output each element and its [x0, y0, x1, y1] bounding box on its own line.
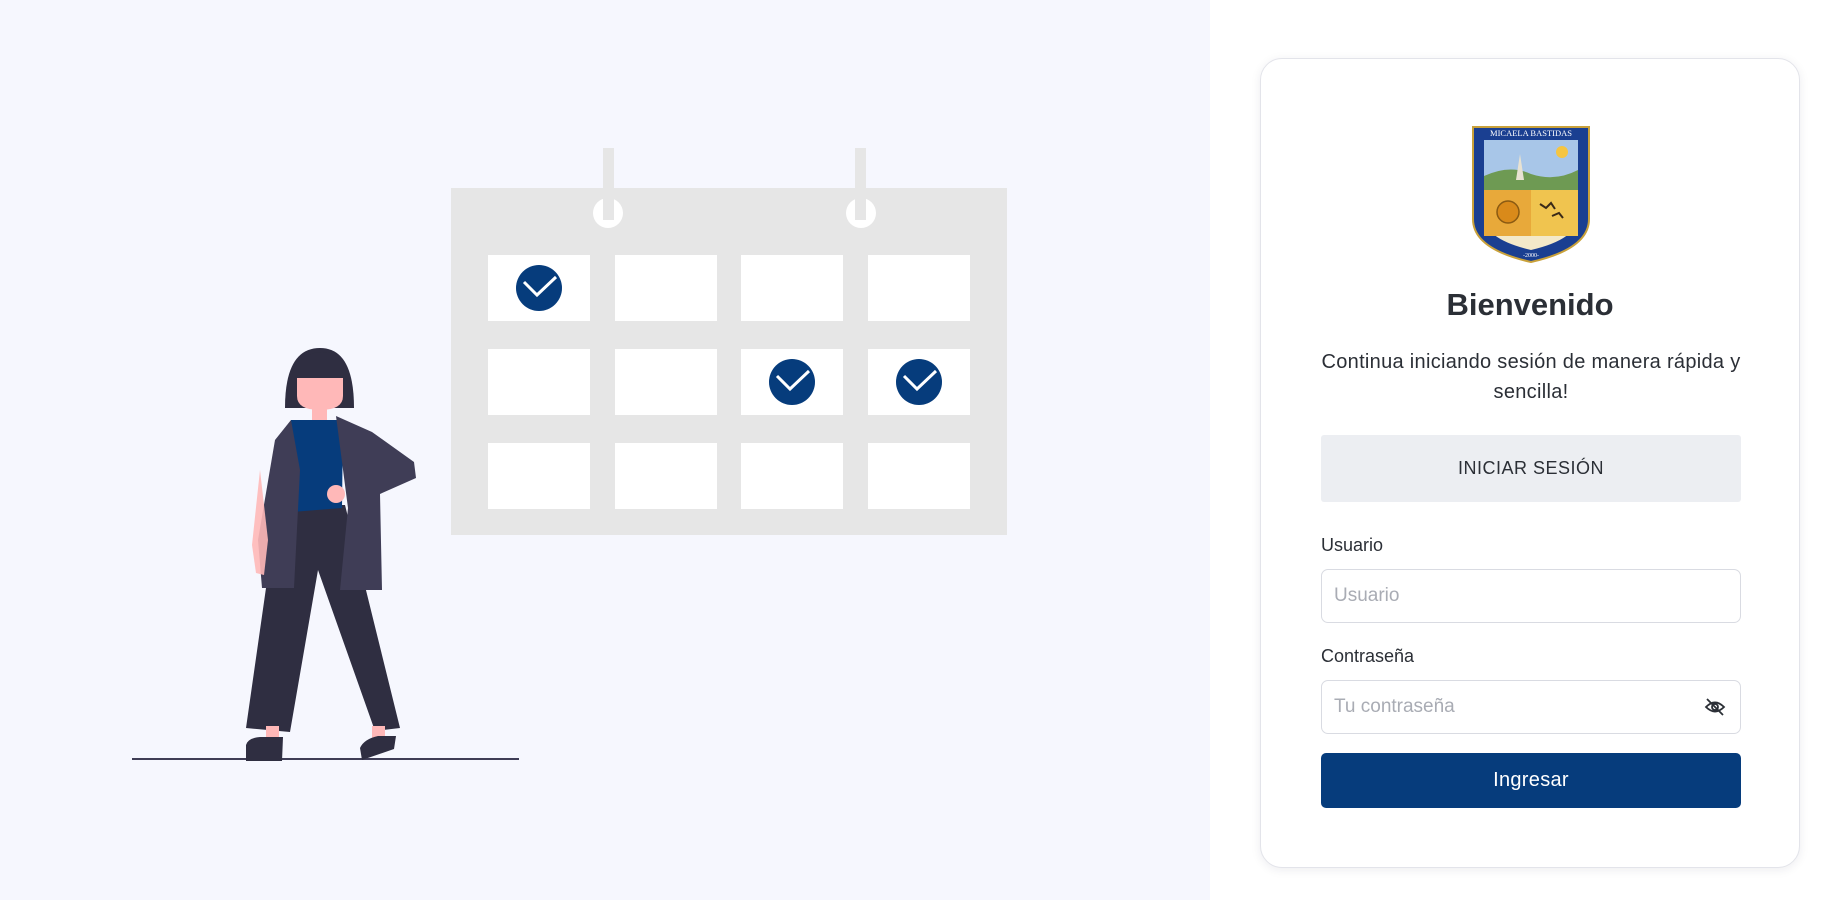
page-title: Bienvenido: [1446, 287, 1614, 322]
logo-year: -2000-: [1523, 253, 1539, 259]
username-label: Usuario: [1321, 535, 1384, 555]
page-subtitle: Continua iniciando sesión de manera rápi…: [1321, 351, 1741, 403]
submit-button[interactable]: Ingresar: [1321, 753, 1741, 808]
eye-slash-icon[interactable]: [1704, 697, 1726, 717]
check-circle-icon: [896, 359, 942, 405]
password-label: Contraseña: [1321, 646, 1415, 666]
illustration-panel: [0, 0, 1210, 900]
password-input[interactable]: [1321, 680, 1741, 734]
check-circle-icon: [516, 265, 562, 311]
check-circle-icon: [769, 359, 815, 405]
username-input[interactable]: [1321, 569, 1741, 623]
login-card: MICAELA BASTIDAS -2000- Bienvenido Conti…: [1260, 58, 1800, 868]
university-logo: MICAELA BASTIDAS -2000-: [1472, 126, 1590, 264]
person-figure: [246, 348, 416, 761]
tab-login[interactable]: INICIAR SESIÓN: [1321, 435, 1741, 502]
calendar-illustration: [132, 148, 1007, 761]
logo-text-top: MICAELA BASTIDAS: [1490, 128, 1572, 138]
